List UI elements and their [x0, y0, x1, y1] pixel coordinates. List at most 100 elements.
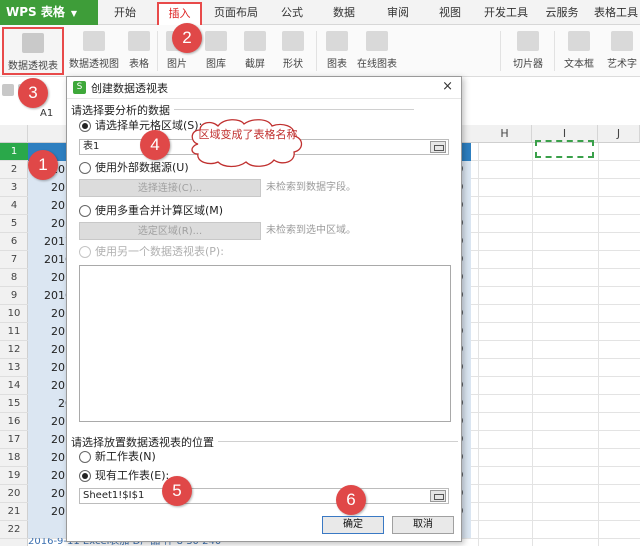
radio-multi-consolidate[interactable]: 使用多重合并计算区域(M): [79, 204, 223, 218]
ribbon: 数据透视表 数据透视图 表格 图片 图库 截屏 形状 图表 在线图表 切片器 文…: [0, 25, 640, 77]
table-button[interactable]: 表格: [124, 27, 154, 75]
row-header-17[interactable]: 17: [0, 431, 28, 449]
row-header-1[interactable]: 1: [0, 143, 28, 161]
ribbon-label: 图片: [167, 59, 187, 70]
row-header-11[interactable]: 11: [0, 323, 28, 341]
row-header-22[interactable]: 22: [0, 521, 28, 539]
row-header-14[interactable]: 14: [0, 377, 28, 395]
tab-insert[interactable]: 插入: [157, 2, 202, 25]
menu-bar: WPS 表格 ▼ 开始 插入 页面布局 公式 数据 审阅 视图 开发工具 云服务 …: [0, 0, 640, 25]
radio-existing-sheet[interactable]: 现有工作表(E):: [79, 469, 169, 483]
slicer-button[interactable]: 切片器: [508, 27, 548, 75]
row-header-6[interactable]: 6: [0, 233, 28, 251]
textbox-button[interactable]: 文本框: [560, 27, 598, 75]
pivot-table-icon: [22, 33, 44, 53]
row-header-15[interactable]: 15: [0, 395, 28, 413]
row-header-13[interactable]: 13: [0, 359, 28, 377]
open-icon[interactable]: [2, 84, 14, 96]
name-box[interactable]: A1: [0, 107, 60, 121]
ribbon-label: 数据透视表: [8, 61, 58, 72]
tab-table-tools[interactable]: 表格工具: [592, 0, 640, 25]
ribbon-label: 切片器: [513, 59, 543, 70]
selected-cell-i1[interactable]: [535, 140, 594, 158]
row-header-5[interactable]: 5: [0, 215, 28, 233]
row-header-10[interactable]: 10: [0, 305, 28, 323]
radio-external-source[interactable]: 使用外部数据源(U): [79, 161, 189, 175]
ribbon-label: 图库: [206, 59, 226, 70]
row-header-9[interactable]: 9: [0, 287, 28, 305]
ribbon-separator: [554, 31, 555, 71]
choose-connection-button[interactable]: 选择连接(C)...: [79, 179, 261, 197]
step-badge-5: 5: [162, 476, 192, 506]
textbox-icon: [568, 31, 590, 51]
row-header-3[interactable]: 3: [0, 179, 28, 197]
wordart-icon: [611, 31, 633, 51]
wordart-button[interactable]: 艺术字: [604, 27, 640, 75]
tab-page-layout[interactable]: 页面布局: [206, 0, 266, 25]
step-badge-2: 2: [172, 23, 202, 53]
row-header-2[interactable]: 2: [0, 161, 28, 179]
collapse-dialog-icon[interactable]: [430, 490, 446, 502]
grid-line: [598, 143, 599, 546]
gallery-icon: [205, 31, 227, 51]
ribbon-label: 形状: [283, 59, 303, 70]
row-header-19[interactable]: 19: [0, 467, 28, 485]
column-header-j[interactable]: J: [598, 125, 640, 143]
callout-text: 区域变成了表格名称: [198, 128, 298, 141]
choose-region-button[interactable]: 选定区域(R)...: [79, 222, 261, 240]
chart-button[interactable]: 图表: [322, 27, 352, 75]
hint-no-fields: 未检索到数据字段。: [266, 182, 356, 193]
row-header-12[interactable]: 12: [0, 341, 28, 359]
cancel-button[interactable]: 取消: [392, 516, 454, 534]
dialog-title: 创建数据透视表: [91, 82, 168, 95]
tab-review[interactable]: 审阅: [378, 0, 418, 25]
tab-view[interactable]: 视图: [430, 0, 470, 25]
step-badge-1: 1: [28, 150, 58, 180]
app-logo: WPS 表格: [6, 5, 65, 19]
ribbon-label: 艺术字: [607, 59, 637, 70]
collapse-dialog-icon[interactable]: [430, 141, 446, 153]
table-icon: [128, 31, 150, 51]
gallery-button[interactable]: 图库: [198, 27, 234, 75]
shapes-button[interactable]: 形状: [276, 27, 310, 75]
ribbon-separator: [316, 31, 317, 71]
row-header-7[interactable]: 7: [0, 251, 28, 269]
row-header-16[interactable]: 16: [0, 413, 28, 431]
section-place-pivot: 请选择放置数据透视表的位置: [71, 436, 458, 449]
radio-cell-range[interactable]: 请选择单元格区域(S):: [79, 119, 202, 133]
screenshot-icon: [244, 31, 266, 51]
pivot-chart-button[interactable]: 数据透视图: [66, 27, 122, 75]
row-header-18[interactable]: 18: [0, 449, 28, 467]
radio-new-sheet[interactable]: 新工作表(N): [79, 450, 156, 464]
select-all-corner[interactable]: [0, 125, 28, 143]
tab-home[interactable]: 开始: [104, 0, 146, 25]
row-header-4[interactable]: 4: [0, 197, 28, 215]
step-badge-4: 4: [140, 130, 170, 160]
ribbon-label: 数据透视图: [69, 59, 119, 70]
radio-another-pivot[interactable]: 使用另一个数据透视表(P):: [79, 245, 224, 259]
row-header-21[interactable]: 21: [0, 503, 28, 521]
tab-developer[interactable]: 开发工具: [478, 0, 534, 25]
callout-bubble: 区域变成了表格名称: [186, 118, 308, 170]
ok-button[interactable]: 确定: [322, 516, 384, 534]
close-icon[interactable]: ×: [442, 79, 453, 94]
existing-sheet-field[interactable]: Sheet1!$I$1: [79, 488, 449, 504]
tab-formulas[interactable]: 公式: [272, 0, 312, 25]
pivot-table-button[interactable]: 数据透视表: [2, 27, 64, 75]
row-header-20[interactable]: 20: [0, 485, 28, 503]
pivot-chart-icon: [83, 31, 105, 51]
ribbon-label: 在线图表: [357, 59, 397, 70]
pivot-table-list[interactable]: [79, 265, 451, 422]
slicer-icon: [517, 31, 539, 51]
screenshot-button[interactable]: 截屏: [238, 27, 272, 75]
grid-line: [532, 143, 533, 546]
column-header-h[interactable]: H: [478, 125, 532, 143]
online-chart-button[interactable]: 在线图表: [354, 27, 400, 75]
online-chart-icon: [366, 31, 388, 51]
tab-cloud[interactable]: 云服务: [540, 0, 584, 25]
app-menu-button[interactable]: WPS 表格 ▼: [0, 0, 98, 25]
section-analyze-data: 请选择要分析的数据: [71, 104, 414, 117]
tab-data[interactable]: 数据: [324, 0, 364, 25]
row-header-8[interactable]: 8: [0, 269, 28, 287]
ribbon-separator: [500, 31, 501, 71]
